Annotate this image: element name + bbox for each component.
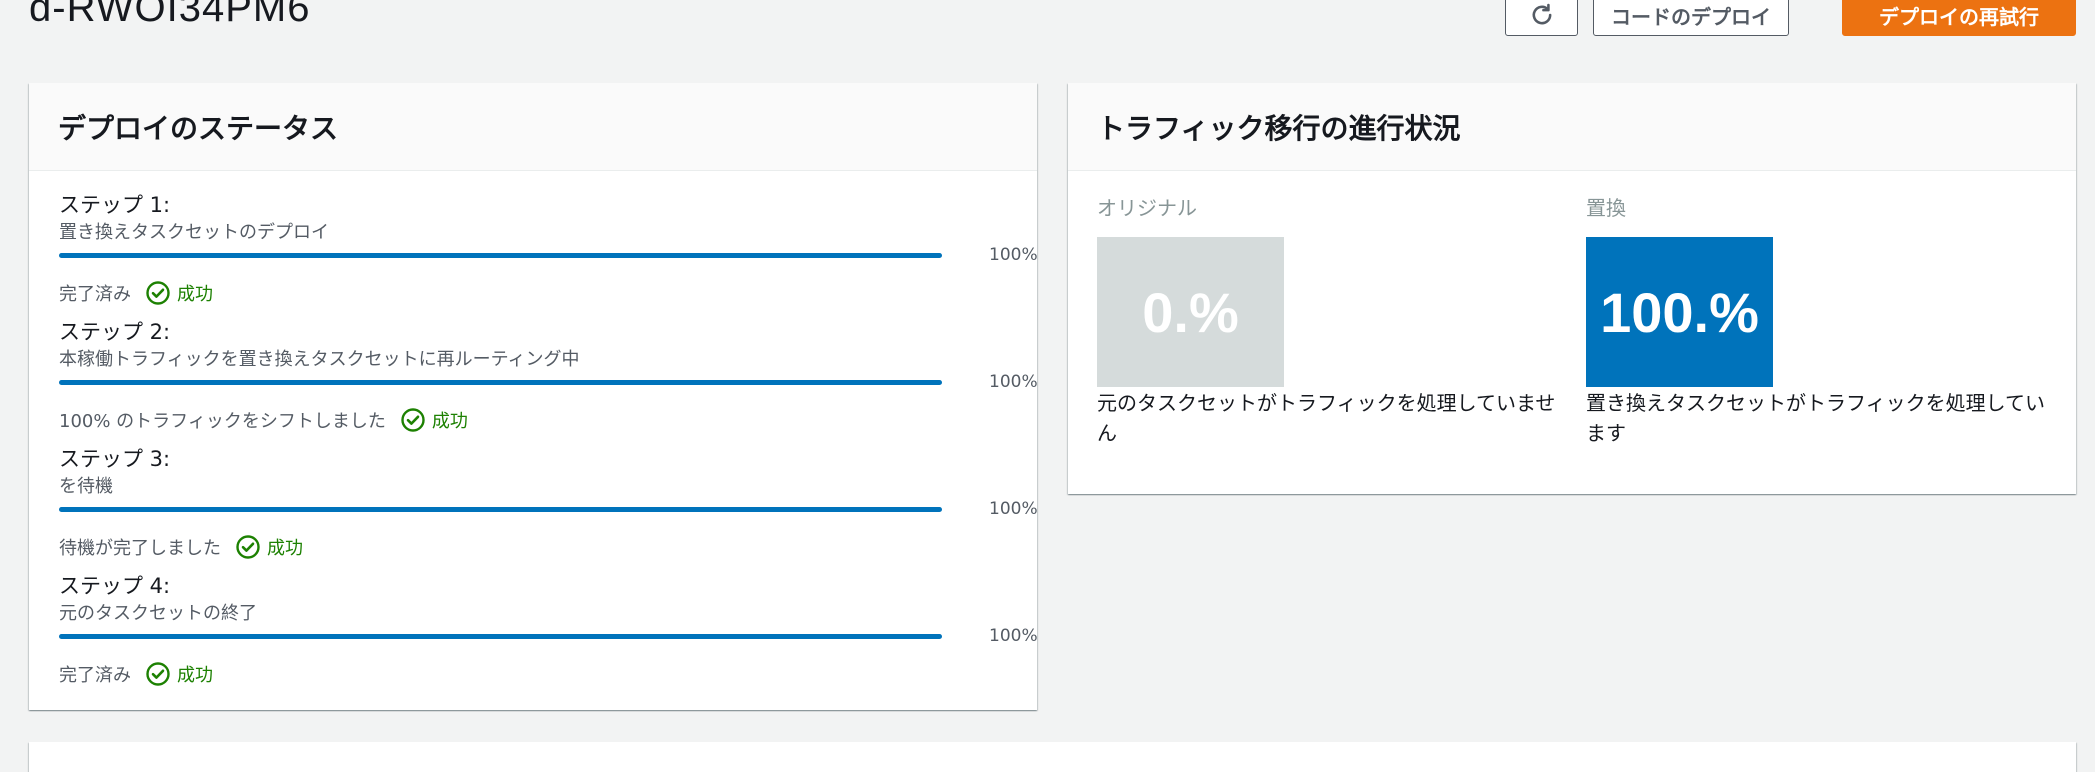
replacement-label: 置換 (1586, 196, 1626, 220)
traffic-migration-panel: トラフィック移行の進行状況 オリジナル 0.% 元のタスクセットがトラフィックを… (1068, 83, 2076, 494)
success-check-icon (236, 535, 260, 559)
original-task-set-column: オリジナル 0.% 元のタスクセットがトラフィックを処理していません (1097, 192, 1567, 448)
step-progress-label: 100% (989, 499, 1038, 519)
refresh-button[interactable] (1505, 0, 1578, 36)
deployment-status-panel: デプロイのステータス ステップ 1: 置き換えタスクセットのデプロイ 100% 完了済… (29, 83, 1038, 710)
step-progress-fill (59, 507, 942, 512)
original-traffic-box: 0.% (1097, 237, 1284, 387)
step-progress-label: 100% (989, 372, 1038, 392)
step-progress-fill (59, 253, 942, 258)
original-label: オリジナル (1097, 196, 1197, 220)
step-result: 成功 (267, 538, 303, 559)
traffic-migration-title: トラフィック移行の進行状況 (1068, 83, 2076, 171)
deployment-status-title: デプロイのステータス (29, 83, 1037, 171)
success-check-icon (401, 408, 425, 432)
step-progress-bar (59, 380, 942, 385)
step-status-text: 完了済み (59, 284, 131, 305)
step-progress-fill (59, 380, 942, 385)
step-progress-fill (59, 634, 942, 639)
step-progress-bar (59, 507, 942, 512)
replacement-traffic-box: 100.% (1586, 237, 1773, 387)
step-result: 成功 (431, 411, 468, 432)
step-progress-label: 100% (989, 245, 1038, 265)
replacement-description: 置き換えタスクセットがトラフィックを処理しています (1586, 391, 2045, 445)
retry-deploy-button[interactable]: デプロイの再試行 (1842, 0, 2076, 36)
step-description: 置き換えタスクセットのデプロイ (59, 222, 329, 243)
original-description: 元のタスクセットがトラフィックを処理していません (1097, 391, 1556, 445)
next-panel (29, 742, 2076, 772)
step-status-text: 完了済み (59, 665, 131, 686)
replacement-task-set-column: 置換 100.% 置き換えタスクセットがトラフィックを処理しています (1586, 192, 2056, 448)
step-description: 元のタスクセットの終了 (59, 603, 257, 624)
step-status: 完了済み 成功 (59, 661, 213, 687)
step-result: 成功 (177, 284, 213, 305)
code-deploy-button[interactable]: コードのデプロイ (1593, 0, 1789, 36)
page-title: d-RWOI34PM6 (29, 0, 311, 30)
step-title: ステップ 3: (59, 447, 171, 471)
step-title: ステップ 1: (59, 193, 171, 217)
step-title: ステップ 2: (59, 320, 171, 344)
success-check-icon (146, 281, 170, 305)
success-check-icon (146, 662, 170, 686)
step-progress-label: 100% (989, 626, 1038, 646)
step-status: 100% のトラフィックをシフトしました 成功 (59, 407, 468, 433)
step-description: 本稼働トラフィックを置き換えタスクセットに再ルーティング中 (59, 349, 580, 370)
step-status: 待機が完了しました 成功 (59, 534, 303, 560)
step-progress-bar (59, 634, 942, 639)
step-status-text: 100% のトラフィックをシフトしました (59, 411, 386, 432)
step-description: を待機 (59, 476, 113, 497)
step-result: 成功 (177, 665, 213, 686)
refresh-icon (1532, 3, 1551, 25)
step-status-text: 待機が完了しました (59, 538, 221, 559)
step-progress-bar (59, 253, 942, 258)
step-title: ステップ 4: (59, 574, 171, 598)
step-status: 完了済み 成功 (59, 280, 213, 306)
